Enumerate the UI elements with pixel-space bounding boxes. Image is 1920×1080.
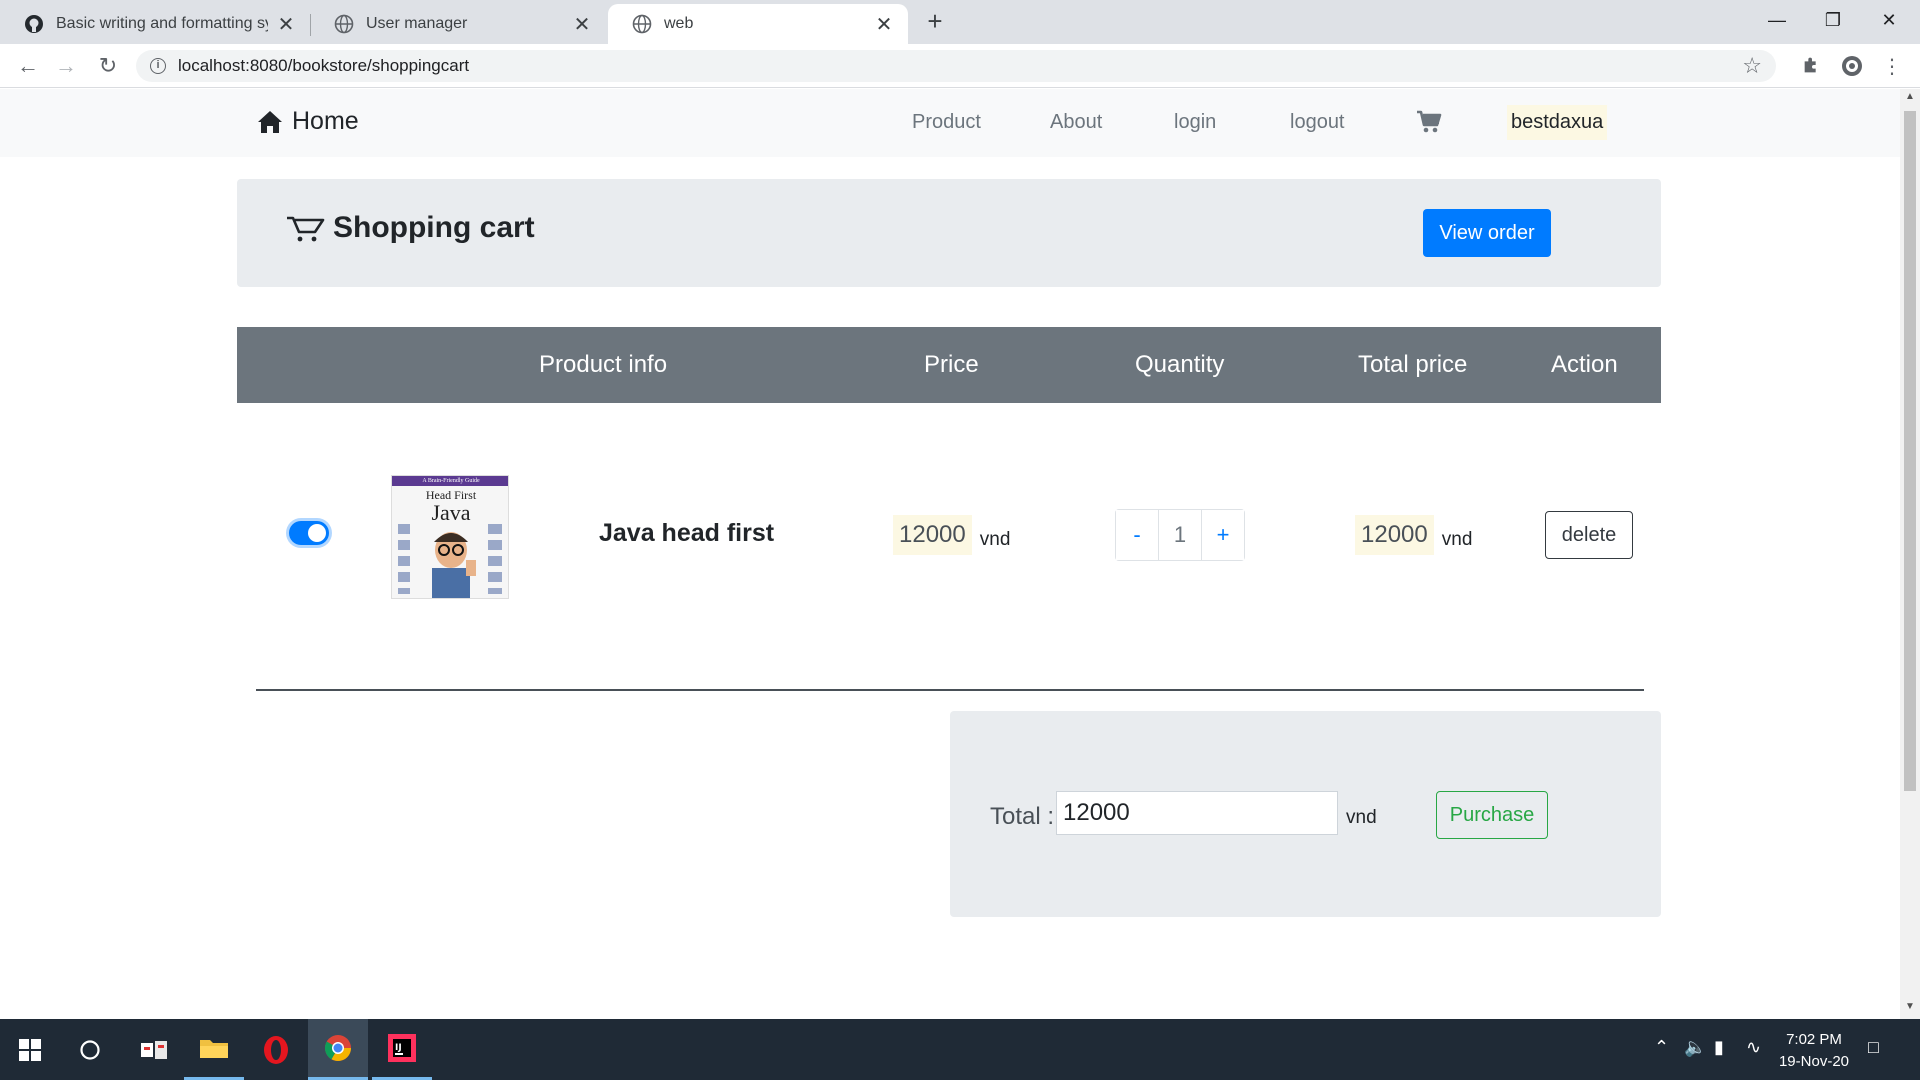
header-quantity: Quantity: [1135, 351, 1225, 378]
book-cover-sidebar-right: [488, 524, 502, 594]
chrome-browser-icon[interactable]: [308, 1019, 368, 1080]
tab-user-manager[interactable]: User manager ✕: [310, 4, 606, 44]
unit-price: 12000: [893, 515, 972, 555]
scroll-down-arrow-icon[interactable]: ▼: [1900, 1001, 1920, 1017]
page-title-text: Shopping cart: [333, 211, 535, 244]
nav-link-product[interactable]: Product: [912, 111, 981, 134]
extensions-puzzle-icon[interactable]: [1800, 54, 1824, 78]
url-bar[interactable]: i localhost:8080/bookstore/shoppingcart …: [136, 50, 1776, 82]
opera-browser-icon[interactable]: [246, 1019, 306, 1080]
total-unit: vnd: [1441, 529, 1473, 550]
address-bar: ← → ↻ i localhost:8080/bookstore/shoppin…: [0, 44, 1920, 88]
info-icon[interactable]: i: [150, 58, 166, 74]
order-summary-panel: Total : vnd Purchase: [950, 711, 1661, 917]
total-unit-label: vnd: [1346, 807, 1377, 828]
close-icon[interactable]: ✕: [874, 12, 894, 37]
cart-table-header: Product info Price Quantity Total price …: [237, 327, 1661, 403]
tab-basic-writing[interactable]: Basic writing and formatting synt ✕: [0, 4, 310, 44]
tray-chevron-up-icon[interactable]: ⌃: [1654, 1037, 1669, 1058]
intellij-idea-icon[interactable]: IJ: [372, 1019, 432, 1080]
section-divider: [256, 689, 1644, 691]
browser-menu-icon[interactable]: ⋮: [1880, 54, 1904, 78]
tab-title: Basic writing and formatting synt: [56, 15, 268, 32]
windows-start-icon[interactable]: [0, 1019, 60, 1080]
header-price: Price: [924, 351, 979, 378]
new-tab-button[interactable]: +: [920, 6, 950, 36]
book-cover-tagline: A Brain-Friendly Guide: [422, 478, 480, 484]
purchase-button[interactable]: Purchase: [1436, 791, 1548, 839]
window-close-icon[interactable]: ✕: [1862, 0, 1916, 40]
cart-outline-icon: [287, 216, 325, 242]
minimize-icon[interactable]: —: [1750, 0, 1804, 40]
book-cover-sidebar-left: [398, 524, 410, 594]
tab-title: web: [664, 15, 694, 32]
globe-icon: [632, 14, 652, 34]
shopping-cart-icon[interactable]: [1416, 109, 1442, 135]
nav-link-about[interactable]: About: [1050, 111, 1102, 134]
home-icon: [258, 110, 282, 133]
notification-center-icon[interactable]: □: [1868, 1037, 1879, 1058]
close-icon[interactable]: ✕: [572, 12, 592, 37]
scrollbar-thumb[interactable]: [1904, 111, 1916, 791]
quantity-decrease-button[interactable]: -: [1116, 510, 1158, 560]
nav-link-logout[interactable]: logout: [1290, 111, 1345, 134]
reload-icon[interactable]: ↻: [94, 52, 122, 80]
forward-icon[interactable]: →: [52, 52, 80, 80]
restore-icon[interactable]: ❐: [1806, 0, 1860, 40]
page-title: Shopping cart: [285, 211, 535, 245]
quantity-stepper: - 1 +: [1115, 509, 1245, 561]
windows-taskbar: IJ ⌃ 🔈 ▮ ∿ 7:02 PM 19-Nov-20 □: [0, 1019, 1920, 1080]
select-item-toggle[interactable]: [289, 521, 329, 545]
brand-label: Home: [292, 107, 359, 135]
profile-avatar-icon[interactable]: [1840, 54, 1864, 78]
total-input[interactable]: [1056, 791, 1338, 835]
file-explorer-icon[interactable]: [184, 1019, 244, 1080]
price-cell: 12000 vnd: [893, 515, 1010, 555]
line-total: 12000: [1355, 515, 1434, 555]
tab-title: User manager: [366, 15, 468, 32]
table-row: A Brain-Friendly Guide Head First Java J…: [237, 459, 1661, 609]
total-price-cell: 12000 vnd: [1355, 515, 1472, 555]
product-image[interactable]: A Brain-Friendly Guide Head First Java: [391, 475, 509, 599]
price-unit: vnd: [979, 529, 1011, 550]
url-text: localhost:8080/bookstore/shoppingcart: [178, 56, 470, 75]
toggle-knob: [308, 524, 326, 542]
volume-speaker-icon[interactable]: 🔈: [1684, 1037, 1706, 1058]
nav-link-login[interactable]: login: [1174, 111, 1216, 134]
back-icon[interactable]: ←: [14, 52, 42, 80]
task-view-app-icon[interactable]: [124, 1019, 184, 1080]
cart-header-panel: Shopping cart View order: [237, 179, 1661, 287]
close-icon[interactable]: ✕: [276, 12, 296, 37]
tab-web[interactable]: web ✕: [608, 4, 908, 44]
header-action: Action: [1551, 351, 1618, 378]
bookmark-star-icon[interactable]: ☆: [1742, 53, 1762, 79]
quantity-increase-button[interactable]: +: [1202, 510, 1244, 560]
clock-date: 19-Nov-20: [1778, 1053, 1850, 1070]
book-cover-illustration: [432, 532, 476, 598]
system-clock[interactable]: 7:02 PM 19-Nov-20: [1764, 1029, 1864, 1073]
delete-button[interactable]: delete: [1545, 511, 1633, 559]
header-total-price: Total price: [1358, 351, 1468, 378]
home-link[interactable]: Home: [256, 107, 359, 136]
globe-icon: [334, 14, 354, 34]
total-label: Total :: [990, 803, 1055, 830]
page-viewport: Home Product About login logout bestdaxu…: [0, 89, 1900, 1019]
quantity-value[interactable]: 1: [1158, 510, 1202, 560]
header-product-info: Product info: [539, 351, 668, 378]
scroll-up-arrow-icon[interactable]: ▲: [1900, 91, 1920, 107]
view-order-button[interactable]: View order: [1423, 209, 1551, 257]
github-icon: [25, 15, 43, 33]
battery-icon[interactable]: ▮: [1714, 1037, 1724, 1058]
clock-time: 7:02 PM: [1786, 1031, 1842, 1048]
browser-tab-bar: Basic writing and formatting synt ✕ User…: [0, 0, 1920, 44]
svg-text:IJ: IJ: [395, 1043, 402, 1053]
site-navbar: Home Product About login logout bestdaxu…: [0, 89, 1900, 157]
search-circle-icon[interactable]: [60, 1019, 120, 1080]
username-badge[interactable]: bestdaxua: [1507, 105, 1608, 140]
page-scrollbar[interactable]: ▲ ▼: [1900, 89, 1920, 1019]
product-name[interactable]: Java head first: [599, 519, 774, 548]
wifi-icon[interactable]: ∿: [1746, 1037, 1761, 1058]
